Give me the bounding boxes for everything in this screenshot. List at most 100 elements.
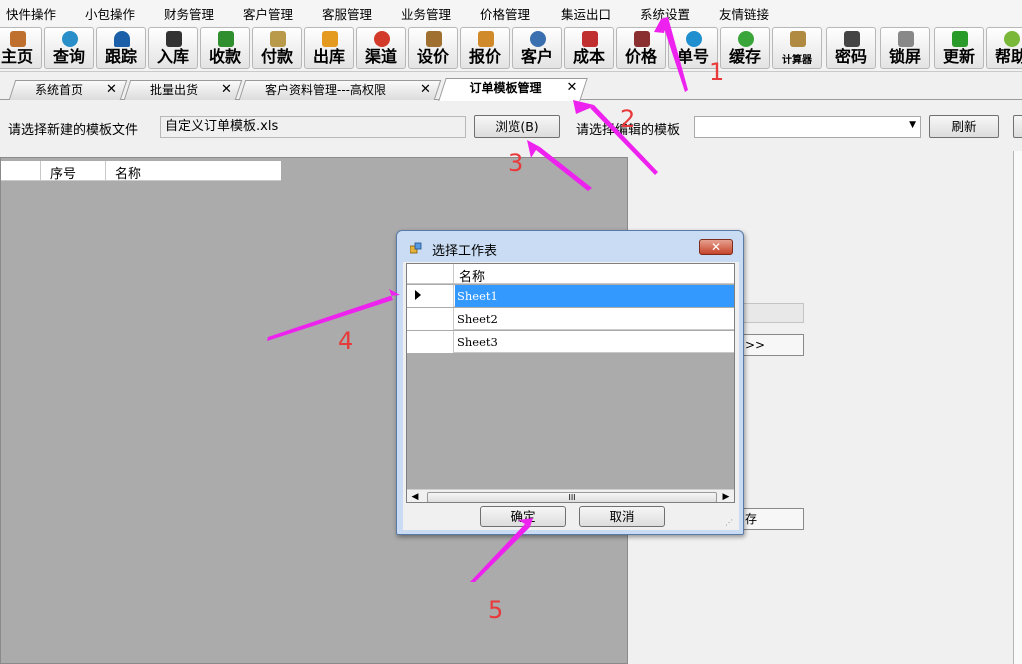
ok-button[interactable]: 确定 — [480, 506, 566, 527]
scroll-thumb[interactable]: III — [427, 492, 717, 502]
menu-customer-service[interactable]: 客服管理 — [322, 4, 372, 23]
cache-button[interactable]: 缓存 — [720, 27, 770, 69]
yen-icon — [218, 31, 234, 47]
worksheet-name[interactable]: Sheet2 — [455, 308, 734, 330]
menu-friendly-links[interactable]: 友情链接 — [719, 4, 769, 23]
password-button[interactable]: 密码 — [826, 27, 876, 69]
channel-button[interactable]: 渠道 — [356, 27, 406, 69]
help-icon — [1004, 31, 1020, 47]
window-icon — [409, 242, 422, 254]
price-tag-icon — [634, 31, 650, 47]
menu-customers[interactable]: 客户管理 — [243, 4, 293, 23]
close-icon[interactable]: ✕ — [106, 81, 117, 99]
annotation-number: 5 — [488, 596, 504, 624]
grid-divider — [105, 161, 106, 181]
money-icon — [270, 31, 286, 47]
receive-payment-button[interactable]: 收款 — [200, 27, 250, 69]
lock-screen-button[interactable]: 锁屏 — [880, 27, 930, 69]
row-header[interactable] — [407, 331, 454, 353]
current-row-icon — [415, 290, 421, 300]
chevron-down-icon: ▼ — [909, 120, 916, 130]
menu-business[interactable]: 业务管理 — [401, 4, 451, 23]
scale-icon — [426, 31, 442, 47]
refresh-ring-icon — [374, 31, 390, 47]
home-icon — [10, 31, 26, 47]
edit-template-select[interactable]: ▼ — [694, 116, 921, 138]
bar-chart-icon — [582, 31, 598, 47]
cost-label: 成本 — [572, 47, 605, 66]
price-button[interactable]: 价格 — [616, 27, 666, 69]
menu-express-ops[interactable]: 快件操作 — [6, 4, 56, 23]
menu-parcel-ops[interactable]: 小包操作 — [85, 4, 135, 23]
save-button-partial[interactable]: 存 — [740, 508, 804, 530]
close-button[interactable]: ✕ — [699, 239, 733, 255]
right-panel-edge — [1013, 151, 1022, 664]
close-icon[interactable]: ✕ — [567, 79, 578, 97]
row-header[interactable] — [407, 308, 454, 330]
tab-label: 订单模板管理 — [469, 81, 542, 95]
template-file-field[interactable]: 自定义订单模板.xls — [160, 116, 466, 138]
price-label: 价格 — [624, 47, 657, 66]
close-icon[interactable]: ✕ — [420, 81, 431, 99]
scroll-right-icon[interactable]: ▶ — [720, 492, 732, 502]
wifi-icon — [114, 31, 130, 47]
menu-bar: 快件操作 小包操作 财务管理 客户管理 客服管理 业务管理 价格管理 集运出口 … — [0, 0, 1022, 26]
worksheet-grid-header: 名称 — [407, 264, 734, 285]
calculator-button[interactable]: 计算器 — [772, 27, 822, 69]
menu-finance[interactable]: 财务管理 — [164, 4, 214, 23]
annotation-number: 4 — [338, 327, 354, 355]
track-button[interactable]: 跟踪 — [96, 27, 146, 69]
menu-consolidated-export[interactable]: 集运出口 — [561, 4, 611, 23]
scroll-left-icon[interactable]: ◀ — [409, 492, 421, 502]
customer-button[interactable]: 客户 — [512, 27, 562, 69]
worksheet-row[interactable]: Sheet3 — [407, 331, 734, 353]
row-header[interactable] — [407, 285, 454, 307]
resize-grip-icon[interactable]: ⋰ — [725, 518, 733, 527]
cost-button[interactable]: 成本 — [564, 27, 614, 69]
pay-button[interactable]: 付款 — [252, 27, 302, 69]
refresh-button[interactable]: 刷新 — [929, 115, 999, 138]
annotation-number: 1 — [709, 58, 725, 86]
tab-order-template-management[interactable]: 订单模板管理 ✕ — [438, 78, 588, 101]
menu-pricing[interactable]: 价格管理 — [480, 4, 530, 23]
menu-system-settings[interactable]: 系统设置 — [640, 4, 690, 23]
horizontal-scrollbar[interactable]: ◀ III ▶ — [407, 489, 734, 502]
annotation-number: 3 — [508, 149, 524, 177]
set-price-button[interactable]: 设价 — [408, 27, 458, 69]
col-name[interactable]: 名称 — [459, 266, 485, 285]
worksheet-name[interactable]: Sheet1 — [455, 285, 734, 307]
tab-batch-shipping[interactable]: 批量出货 ✕ — [123, 80, 243, 100]
col-name[interactable]: 名称 — [115, 163, 141, 182]
browse-button[interactable]: 浏览(B) — [474, 115, 560, 138]
inbound-label: 入库 — [156, 47, 189, 66]
dialog-body: 名称 Sheet1 Sheet2 Sheet3 ◀ III ▶ 确定 取消 ⋰ — [403, 262, 739, 530]
worksheet-name[interactable]: Sheet3 — [455, 331, 734, 353]
help-button[interactable]: 帮助 — [986, 27, 1022, 69]
tab-customer-management[interactable]: 客户资料管理---高权限 ✕ — [238, 80, 442, 100]
close-icon[interactable]: ✕ — [221, 81, 232, 99]
update-button[interactable]: 更新 — [934, 27, 984, 69]
worksheet-grid[interactable]: 名称 Sheet1 Sheet2 Sheet3 ◀ III ▶ — [406, 263, 735, 503]
tab-bar: 系统首页 ✕ 批量出货 ✕ 客户资料管理---高权限 ✕ 订单模板管理 ✕ — [0, 78, 1022, 101]
inbound-button[interactable]: 入库 — [148, 27, 198, 69]
grid-corner — [407, 264, 454, 284]
quote-button[interactable]: 报价 — [460, 27, 510, 69]
worksheet-row[interactable]: Sheet2 — [407, 308, 734, 330]
right-field-partial[interactable] — [740, 303, 804, 323]
magnifier-icon — [62, 31, 78, 47]
arrow-button-partial[interactable]: >> — [740, 334, 804, 356]
outbound-button[interactable]: 出库 — [304, 27, 354, 69]
extra-button-partial[interactable] — [1013, 115, 1022, 138]
col-index[interactable]: 序号 — [50, 163, 76, 182]
scanner-icon — [166, 31, 182, 47]
grid-header: 序号 名称 — [1, 161, 281, 182]
annotation-arrow — [573, 100, 594, 114]
recycle-icon — [738, 31, 754, 47]
home-button[interactable]: 主页 — [0, 27, 42, 69]
tab-system-home[interactable]: 系统首页 ✕ — [8, 80, 128, 100]
worksheet-row[interactable]: Sheet1 — [407, 285, 734, 307]
query-button[interactable]: 查询 — [44, 27, 94, 69]
cancel-button[interactable]: 取消 — [579, 506, 665, 527]
cache-label: 缓存 — [728, 47, 761, 66]
outbound-label: 出库 — [312, 47, 345, 66]
